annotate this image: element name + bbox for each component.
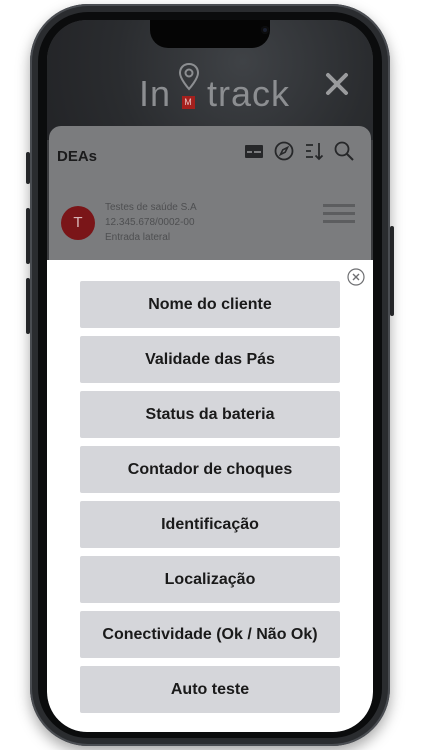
client-location: Entrada lateral bbox=[105, 232, 171, 243]
sort-option-button[interactable]: Conectividade (Ok / Não Ok) bbox=[80, 611, 340, 658]
phone-screen: In M track DEAs T Testes de saúde S.A 12… bbox=[47, 20, 373, 732]
logo-mark: M bbox=[173, 62, 205, 112]
search-icon[interactable] bbox=[333, 140, 355, 162]
sort-icon[interactable] bbox=[303, 140, 325, 162]
logo-text-left: In bbox=[139, 73, 172, 114]
sort-option-button[interactable]: Localização bbox=[80, 556, 340, 603]
app-header: In M track bbox=[47, 20, 373, 140]
sort-option-button[interactable]: Nome do cliente bbox=[80, 281, 340, 328]
sort-option-button[interactable]: Identificação bbox=[80, 501, 340, 548]
client-document: 12.345.678/0002-00 bbox=[105, 217, 195, 228]
app-logo: In M track bbox=[139, 62, 291, 114]
sort-option-button[interactable]: Contador de choques bbox=[80, 446, 340, 493]
camera-icon bbox=[261, 26, 269, 34]
sort-options-sheet: Nome do cliente Validade das Pás Status da… bbox=[47, 260, 373, 732]
client-name: Testes de saúde S.A bbox=[105, 202, 197, 213]
sort-option-button[interactable]: Validade das Pás bbox=[80, 336, 340, 383]
phone-power-button bbox=[390, 226, 394, 316]
notch bbox=[150, 20, 270, 48]
card-view-icon[interactable] bbox=[243, 140, 265, 162]
menu-icon[interactable] bbox=[323, 202, 355, 226]
close-circle-icon[interactable] bbox=[347, 268, 365, 286]
stage: In M track DEAs T Testes de saúde S.A 12… bbox=[0, 0, 422, 750]
close-icon[interactable] bbox=[325, 72, 349, 96]
compass-icon[interactable] bbox=[273, 140, 295, 162]
client-avatar: T bbox=[61, 206, 95, 240]
logo-badge: M bbox=[182, 96, 196, 109]
sort-option-button[interactable]: Status da bateria bbox=[80, 391, 340, 438]
logo-text-right: track bbox=[207, 73, 291, 114]
sort-option-button[interactable]: Auto teste bbox=[80, 666, 340, 713]
location-pin-icon bbox=[179, 62, 200, 91]
list-toolbar bbox=[243, 140, 355, 162]
sort-options-list: Nome do cliente Validade das Pás Status da… bbox=[80, 281, 340, 721]
client-info[interactable]: Testes de saúde S.A 12.345.678/0002-00 E… bbox=[105, 200, 197, 245]
list-title: DEAs bbox=[57, 148, 98, 165]
